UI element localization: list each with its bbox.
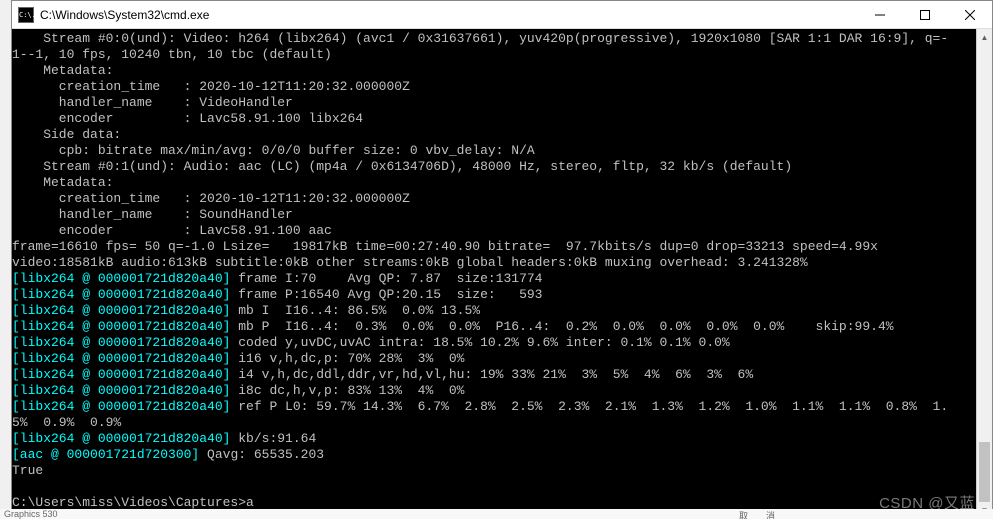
console-line: creation_time : 2020-10-12T11:20:32.0000… bbox=[12, 191, 992, 207]
cmd-icon: C:\. bbox=[18, 7, 34, 23]
log-tag: [libx264 @ 000001721d820a40] bbox=[12, 271, 230, 286]
console-line: [libx264 @ 000001721d820a40] i8c dc,h,v,… bbox=[12, 383, 992, 399]
log-message: coded y,uvDC,uvAC intra: 18.5% 10.2% 9.6… bbox=[230, 335, 729, 350]
console-output[interactable]: Stream #0:0(und): Video: h264 (libx264) … bbox=[12, 29, 992, 518]
console-line: encoder : Lavc58.91.100 aac bbox=[12, 223, 992, 239]
log-tag: [libx264 @ 000001721d820a40] bbox=[12, 367, 230, 382]
console-line: [aac @ 000001721d720300] Qavg: 65535.203 bbox=[12, 447, 992, 463]
log-message: frame P:16540 Avg QP:20.15 size: 593 bbox=[230, 287, 542, 302]
window-buttons bbox=[857, 1, 992, 29]
titlebar[interactable]: C:\. C:\Windows\System32\cmd.exe bbox=[12, 1, 992, 29]
log-message: i16 v,h,dc,p: 70% 28% 3% 0% bbox=[230, 351, 464, 366]
console-line: 5% 0.9% 0.9% bbox=[12, 415, 992, 431]
console-line: [libx264 @ 000001721d820a40] mb P I16..4… bbox=[12, 319, 992, 335]
console-line: [libx264 @ 000001721d820a40] kb/s:91.64 bbox=[12, 431, 992, 447]
log-message: i4 v,h,dc,ddl,ddr,vr,hd,vl,hu: 19% 33% 2… bbox=[230, 367, 753, 382]
log-tag: [libx264 @ 000001721d820a40] bbox=[12, 319, 230, 334]
log-tag: [libx264 @ 000001721d820a40] bbox=[12, 431, 230, 446]
scrollbar[interactable]: ▲ ▼ bbox=[976, 29, 992, 518]
log-tag: [libx264 @ 000001721d820a40] bbox=[12, 351, 230, 366]
log-tag: [libx264 @ 000001721d820a40] bbox=[12, 303, 230, 318]
taskbar-fragment: Graphics 530 取消 bbox=[0, 509, 993, 519]
cmd-window: C:\. C:\Windows\System32\cmd.exe Stream … bbox=[11, 0, 993, 519]
console-line: 1--1, 10 fps, 10240 tbn, 10 tbc (default… bbox=[12, 47, 992, 63]
console-line: True bbox=[12, 463, 992, 479]
log-message: frame I:70 Avg QP: 7.87 size:131774 bbox=[230, 271, 542, 286]
console-line: Stream #0:0(und): Video: h264 (libx264) … bbox=[12, 31, 992, 47]
taskbar-right-text: 取消 bbox=[739, 509, 793, 519]
log-message: kb/s:91.64 bbox=[230, 431, 316, 446]
console-line bbox=[12, 479, 992, 495]
console-line: Side data: bbox=[12, 127, 992, 143]
console-line: frame=16610 fps= 50 q=-1.0 Lsize= 19817k… bbox=[12, 239, 992, 255]
console-line: cpb: bitrate max/min/avg: 0/0/0 buffer s… bbox=[12, 143, 992, 159]
console-line: video:18581kB audio:613kB subtitle:0kB o… bbox=[12, 255, 992, 271]
console-line: Metadata: bbox=[12, 175, 992, 191]
console-line: Stream #0:1(und): Audio: aac (LC) (mp4a … bbox=[12, 159, 992, 175]
log-message: ref P L0: 59.7% 14.3% 6.7% 2.8% 2.5% 2.3… bbox=[230, 399, 948, 414]
log-tag: [libx264 @ 000001721d820a40] bbox=[12, 287, 230, 302]
window-title: C:\Windows\System32\cmd.exe bbox=[40, 8, 857, 22]
scroll-thumb[interactable] bbox=[979, 442, 990, 502]
console-line: handler_name : VideoHandler bbox=[12, 95, 992, 111]
console-line: [libx264 @ 000001721d820a40] mb I I16..4… bbox=[12, 303, 992, 319]
console-line: handler_name : SoundHandler bbox=[12, 207, 992, 223]
close-button[interactable] bbox=[947, 1, 992, 29]
log-tag: [libx264 @ 000001721d820a40] bbox=[12, 399, 230, 414]
log-tag: [aac @ 000001721d720300] bbox=[12, 447, 199, 462]
log-tag: [libx264 @ 000001721d820a40] bbox=[12, 383, 230, 398]
console-line: [libx264 @ 000001721d820a40] frame I:70 … bbox=[12, 271, 992, 287]
console-line: creation_time : 2020-10-12T11:20:32.0000… bbox=[12, 79, 992, 95]
console-line: [libx264 @ 000001721d820a40] i4 v,h,dc,d… bbox=[12, 367, 992, 383]
console-line: [libx264 @ 000001721d820a40] ref P L0: 5… bbox=[12, 399, 992, 415]
log-tag: [libx264 @ 000001721d820a40] bbox=[12, 335, 230, 350]
console-line: [libx264 @ 000001721d820a40] i16 v,h,dc,… bbox=[12, 351, 992, 367]
log-message: Qavg: 65535.203 bbox=[199, 447, 324, 462]
maximize-button[interactable] bbox=[902, 1, 947, 29]
log-message: mb I I16..4: 86.5% 0.0% 13.5% bbox=[230, 303, 480, 318]
console-line: Metadata: bbox=[12, 63, 992, 79]
console-line: encoder : Lavc58.91.100 libx264 bbox=[12, 111, 992, 127]
log-message: i8c dc,h,v,p: 83% 13% 4% 0% bbox=[230, 383, 464, 398]
console-line: [libx264 @ 000001721d820a40] frame P:165… bbox=[12, 287, 992, 303]
minimize-button[interactable] bbox=[857, 1, 902, 29]
taskbar-left-text: Graphics 530 bbox=[4, 509, 58, 519]
scroll-up-icon[interactable]: ▲ bbox=[977, 29, 992, 45]
scroll-track[interactable] bbox=[977, 45, 992, 502]
log-message: mb P I16..4: 0.3% 0.0% 0.0% P16..4: 0.2%… bbox=[230, 319, 893, 334]
console-line: [libx264 @ 000001721d820a40] coded y,uvD… bbox=[12, 335, 992, 351]
